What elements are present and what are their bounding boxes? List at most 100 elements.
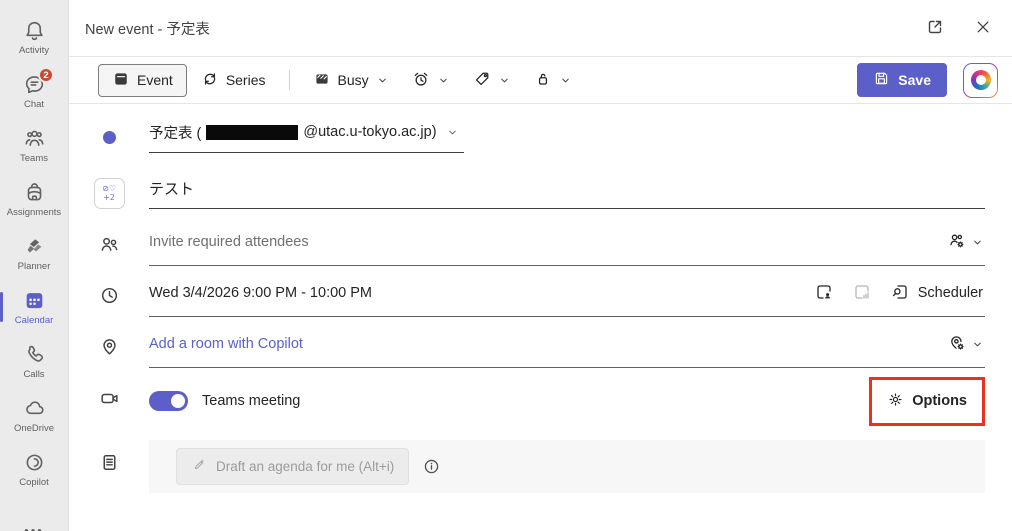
copilot-button[interactable]	[963, 63, 998, 98]
title-value: テスト	[149, 178, 194, 199]
cloud-icon	[22, 396, 46, 420]
bell-icon	[22, 18, 46, 42]
sidebar-item-label: Teams	[20, 153, 48, 164]
scheduler-label: Scheduler	[918, 285, 983, 301]
calendar-selector[interactable]: 予定表 ( @utac.u-tokyo.ac.jp)	[149, 122, 464, 153]
gear-icon	[887, 391, 904, 412]
event-icon	[112, 70, 130, 91]
reminder-dropdown[interactable]	[402, 64, 459, 97]
red-annotation-box: Options	[869, 377, 985, 426]
calendar-name-prefix: 予定表 (	[149, 122, 201, 143]
datetime-value: Wed 3/4/2026 9:00 PM - 10:00 PM	[149, 285, 372, 301]
availability-button[interactable]	[812, 280, 836, 307]
sidebar-item-teams[interactable]: Teams	[0, 118, 68, 172]
toolbar-divider	[289, 70, 290, 90]
options-button[interactable]: Options	[874, 382, 980, 421]
sidebar-item-planner[interactable]: Planner	[0, 226, 68, 280]
event-tab[interactable]: Event	[98, 64, 187, 97]
copilot-icon	[22, 450, 46, 474]
sidebar-item-activity[interactable]: Activity	[0, 10, 68, 64]
chevron-down-icon	[499, 75, 510, 86]
phone-icon	[22, 342, 46, 366]
popout-button[interactable]	[922, 15, 948, 41]
dialog-title: New event - 予定表	[85, 18, 210, 39]
sidebar-item-label: Chat	[24, 99, 44, 110]
scheduler-icon	[890, 282, 910, 305]
more-apps-icon[interactable]: •••	[0, 523, 68, 531]
busy-label: Busy	[338, 72, 369, 88]
location-settings-button[interactable]	[945, 331, 985, 358]
repeat-icon	[201, 70, 219, 91]
teams-meeting-row: Teams meeting Options	[69, 374, 985, 428]
new-event-dialog: New event - 予定表 Event	[68, 0, 1012, 531]
pen-sparkle-icon	[191, 457, 207, 476]
sidebar-item-label: Calls	[23, 369, 44, 380]
clock-icon	[99, 285, 120, 311]
emoji-picker-icon[interactable]: ⊘♡ +2	[94, 178, 125, 209]
attendees-placeholder: Invite required attendees	[149, 234, 309, 250]
sidebar-item-label: Planner	[18, 261, 51, 272]
chevron-down-icon	[447, 127, 458, 138]
sidebar-item-label: Activity	[19, 45, 49, 56]
location-field[interactable]: Add a room with Copilot	[149, 331, 985, 368]
save-button-label: Save	[898, 72, 931, 88]
series-tab[interactable]: Series	[191, 64, 276, 97]
location-row: Add a room with Copilot	[69, 324, 985, 374]
sidebar-item-onedrive[interactable]: OneDrive	[0, 388, 68, 442]
privacy-lock-dropdown[interactable]	[524, 64, 581, 97]
copilot-logo-icon	[971, 70, 991, 90]
chevron-down-icon	[438, 75, 449, 86]
sidebar-item-label: Assignments	[7, 207, 61, 218]
title-input[interactable]: テスト	[149, 178, 985, 209]
add-room-copilot-link[interactable]: Add a room with Copilot	[149, 336, 303, 352]
attendee-settings-button[interactable]	[945, 229, 985, 256]
app-rail: Activity 2 Chat Teams Assignments Pl	[0, 0, 68, 531]
attendees-icon	[99, 234, 120, 260]
title-row: ⊘♡ +2 テスト	[69, 164, 985, 222]
event-form: 予定表 ( @utac.u-tokyo.ac.jp) ⊘♡ +2 テスト	[69, 104, 1012, 531]
chevron-down-icon	[560, 75, 571, 86]
datetime-field[interactable]: Wed 3/4/2026 9:00 PM - 10:00 PM	[149, 280, 985, 317]
copilot-agenda-strip: Draft an agenda for me (Alt+i)	[149, 440, 985, 493]
options-button-label: Options	[912, 393, 967, 409]
notes-icon	[99, 452, 120, 478]
draft-agenda-label: Draft an agenda for me (Alt+i)	[216, 459, 394, 474]
sidebar-item-assignments[interactable]: Assignments	[0, 172, 68, 226]
save-button[interactable]: Save	[857, 63, 947, 97]
teams-meeting-toggle[interactable]	[149, 391, 188, 411]
busy-status-icon	[313, 70, 331, 91]
location-icon	[99, 336, 120, 362]
description-editor[interactable]: Draft an agenda for me (Alt+i)	[149, 440, 985, 493]
sidebar-item-calendar[interactable]: Calendar	[0, 280, 68, 334]
dialog-header: New event - 予定表	[69, 0, 1012, 57]
attendees-input[interactable]: Invite required attendees	[149, 229, 985, 266]
info-icon[interactable]	[422, 457, 441, 476]
event-tab-label: Event	[137, 72, 173, 88]
popout-icon	[925, 17, 945, 40]
people-gear-icon	[947, 231, 967, 254]
tag-icon	[473, 70, 491, 91]
scheduler-button[interactable]: Scheduler	[888, 280, 985, 307]
emoji-picker-glyph-top: ⊘♡	[102, 184, 116, 193]
datetime-row: Wed 3/4/2026 9:00 PM - 10:00 PM	[69, 272, 985, 324]
close-button[interactable]	[970, 15, 996, 41]
sidebar-item-label: Copilot	[19, 477, 49, 488]
draft-agenda-button[interactable]: Draft an agenda for me (Alt+i)	[176, 448, 409, 485]
category-tag-dropdown[interactable]	[463, 64, 520, 97]
planner-icon	[22, 234, 46, 258]
sidebar-item-chat[interactable]: 2 Chat	[0, 64, 68, 118]
attendees-row: Invite required attendees	[69, 222, 985, 272]
sidebar-item-label: Calendar	[15, 315, 54, 326]
event-toolbar: Event Series Busy	[69, 57, 1012, 104]
lock-icon	[534, 70, 552, 91]
chevron-down-icon	[972, 237, 983, 248]
sidebar-item-calls[interactable]: Calls	[0, 334, 68, 388]
sidebar-item-copilot[interactable]: Copilot	[0, 442, 68, 496]
teams-meeting-label: Teams meeting	[202, 393, 300, 409]
show-as-busy-dropdown[interactable]: Busy	[303, 64, 398, 97]
close-icon	[973, 17, 993, 40]
calendar-chart-button	[850, 280, 874, 307]
pin-gear-icon	[947, 333, 967, 356]
chat-unread-badge: 2	[38, 67, 54, 83]
teams-people-icon	[22, 126, 46, 150]
